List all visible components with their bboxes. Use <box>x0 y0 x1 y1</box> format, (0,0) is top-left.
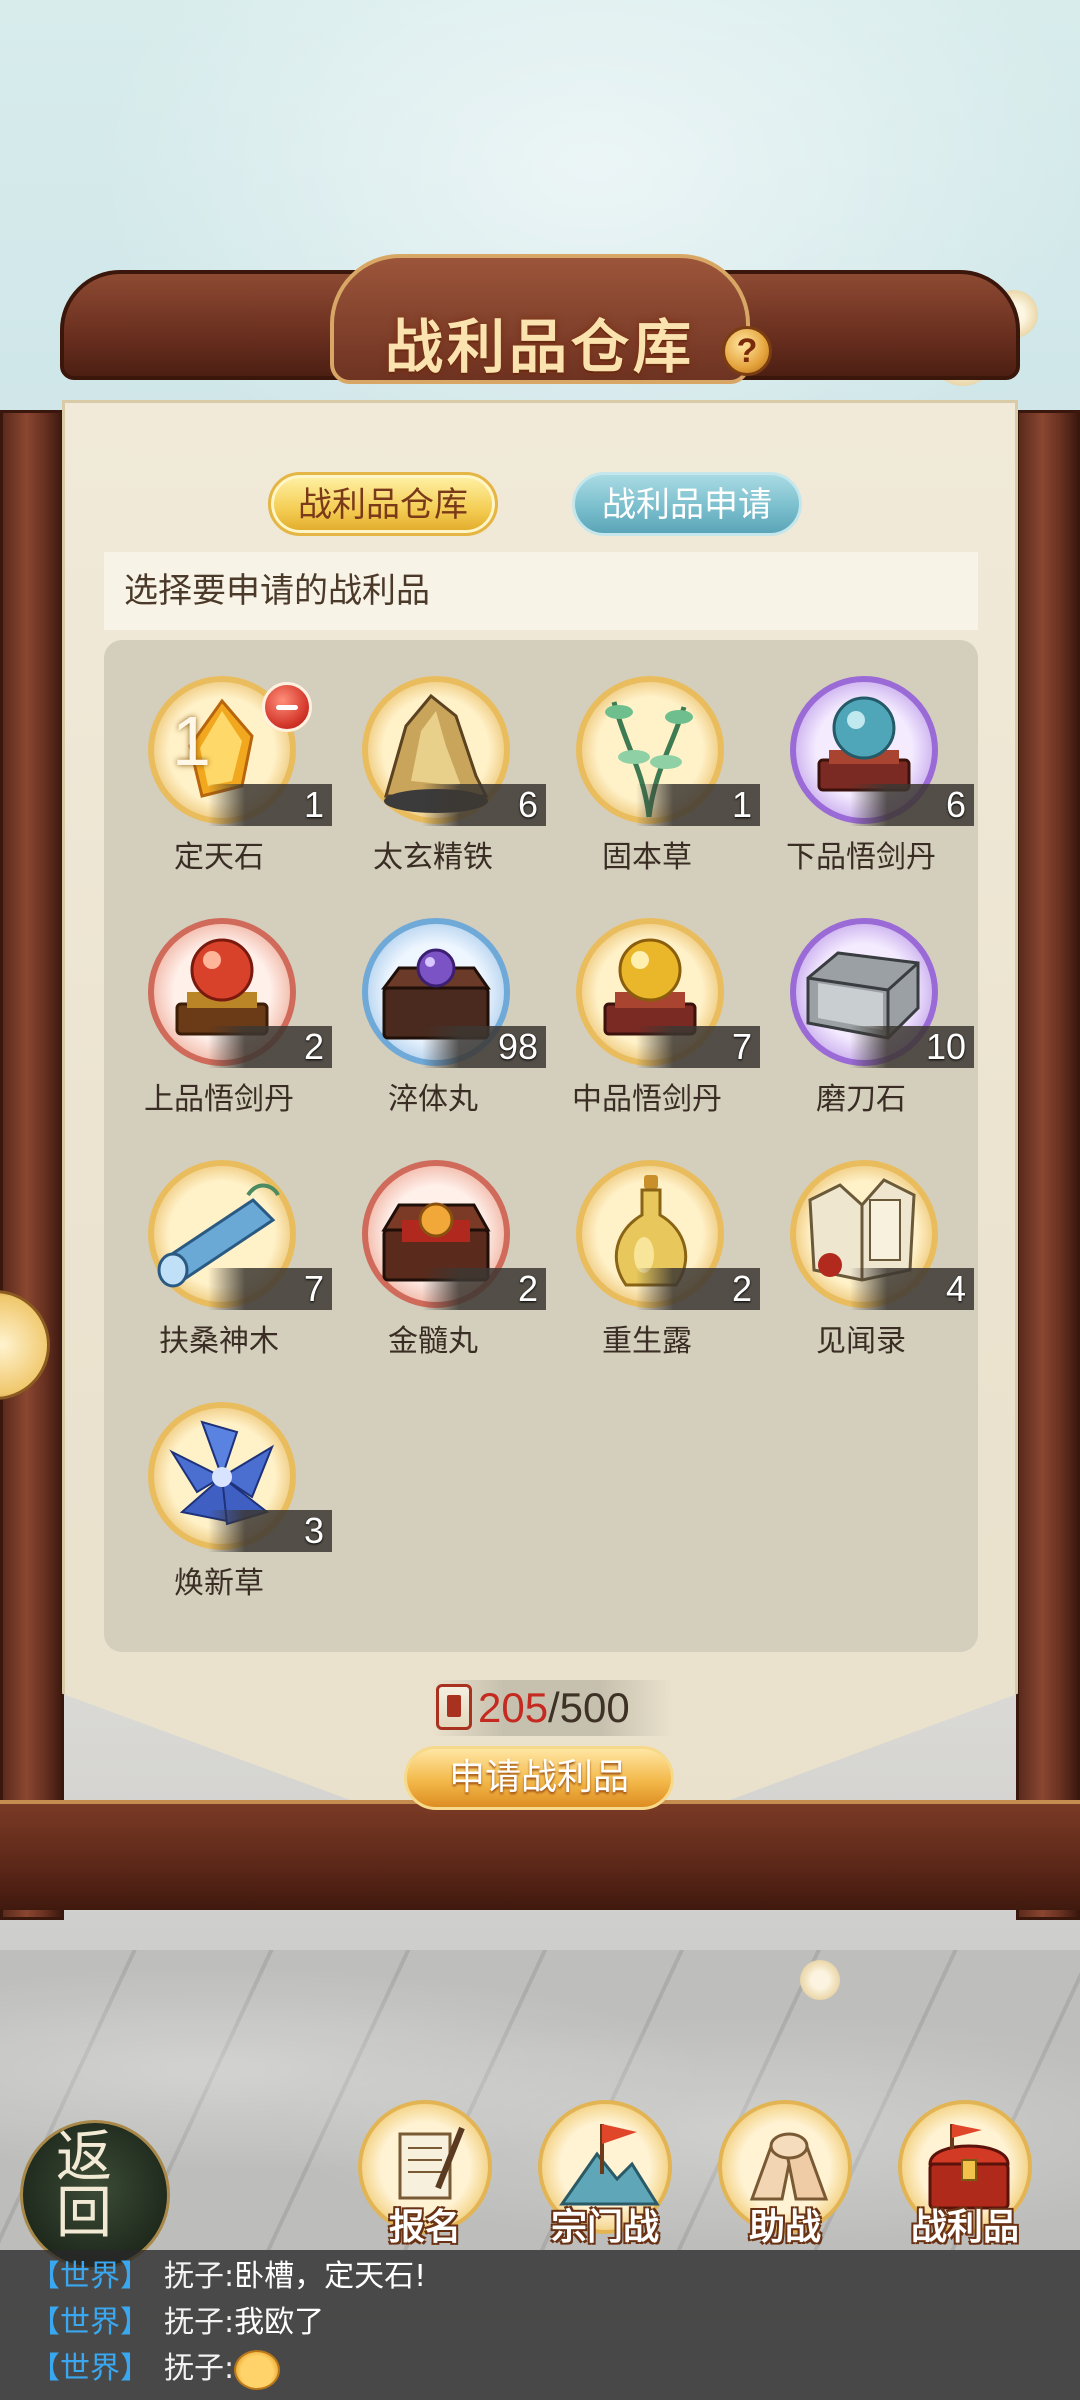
nav-sect-war[interactable]: 宗门战 <box>530 2100 680 2260</box>
item-name: 扶桑神木 <box>159 1324 279 1359</box>
quota-counter: 205 /500 <box>432 1680 672 1736</box>
count-bar: 6 <box>422 784 546 826</box>
tab-loot-application[interactable]: 战利品申请 <box>572 472 802 536</box>
selection-hint: 选择要申请的战利品 <box>104 552 978 630</box>
chat-text: 卧槽，定天石! <box>234 2259 427 2294</box>
nav-assist[interactable]: 助战 <box>710 2100 860 2260</box>
world-chat[interactable]: 【世界】 抚子:卧槽，定天石! 【世界】 抚子:我欧了 【世界】 抚子: <box>0 2250 1080 2400</box>
item-cell[interactable]: 7 中品悟剑丹 <box>540 898 760 1128</box>
item-cell[interactable]: 2 重生露 <box>540 1140 760 1370</box>
item-name: 太玄精铁 <box>373 840 493 875</box>
item-cell[interactable]: 6 下品悟剑丹 <box>754 656 974 886</box>
item-cell[interactable]: 98 淬体丸 <box>326 898 546 1128</box>
bear-face-icon <box>234 2349 281 2390</box>
item-cell[interactable]: 1 固本草 <box>540 656 760 886</box>
quota-total: /500 <box>548 1684 630 1731</box>
item-count: 7 <box>303 1268 324 1309</box>
nav-label: 报名 <box>388 2207 461 2248</box>
nav-loot[interactable]: 战利品 <box>890 2100 1040 2260</box>
chat-text: 我欧了 <box>234 2305 325 2340</box>
selected-quantity: 1 <box>172 702 211 780</box>
count-bar: 2 <box>636 1268 760 1310</box>
item-count: 7 <box>731 1026 752 1067</box>
item-count: 10 <box>925 1026 966 1067</box>
count-bar: 6 <box>850 784 974 826</box>
tab-loot-warehouse[interactable]: 战利品仓库 <box>268 472 498 536</box>
apply-loot-button[interactable]: 申请战利品 <box>404 1746 674 1810</box>
help-button[interactable]: ? <box>722 326 772 376</box>
item-count: 98 <box>497 1026 538 1067</box>
chat-channel: 【世界】 <box>30 2259 150 2294</box>
item-cell[interactable]: 4 见闻录 <box>754 1140 974 1370</box>
chat-message: 【世界】 抚子: <box>30 2346 281 2392</box>
item-cell[interactable]: 2 金髓丸 <box>326 1140 546 1370</box>
item-name: 下品悟剑丹 <box>786 840 936 875</box>
item-count: 6 <box>517 784 538 825</box>
item-name: 金髓丸 <box>388 1324 478 1359</box>
count-bar: 10 <box>850 1026 974 1068</box>
item-name: 中品悟剑丹 <box>572 1082 722 1117</box>
plum-blossom <box>800 1960 840 2000</box>
item-name: 定天石 <box>174 840 264 875</box>
item-name: 焕新草 <box>174 1566 264 1601</box>
bottom-beam <box>0 1800 1080 1910</box>
nav-label: 宗门战 <box>550 2207 659 2248</box>
count-bar: 7 <box>208 1268 332 1310</box>
nav-label: 战利品 <box>910 2207 1019 2248</box>
item-count: 3 <box>303 1510 324 1551</box>
item-cell[interactable]: 6 太玄精铁 <box>326 656 546 886</box>
item-count: 6 <box>945 784 966 825</box>
left-pillar <box>0 410 64 1920</box>
token-icon <box>436 1684 472 1730</box>
count-bar: 1 <box>208 784 332 826</box>
decrease-button[interactable] <box>262 682 312 732</box>
back-label: 返 回 <box>34 2130 134 2242</box>
item-name: 磨刀石 <box>816 1082 906 1117</box>
nav-label: 助战 <box>748 2207 821 2248</box>
count-bar: 98 <box>422 1026 546 1068</box>
item-count: 2 <box>731 1268 752 1309</box>
count-bar: 1 <box>636 784 760 826</box>
chat-channel: 【世界】 <box>30 2305 150 2340</box>
item-name: 见闻录 <box>816 1324 906 1359</box>
item-count: 2 <box>517 1268 538 1309</box>
item-name: 固本草 <box>602 840 692 875</box>
item-count: 2 <box>303 1026 324 1067</box>
back-label-line2: 回 <box>56 2181 112 2246</box>
count-bar: 4 <box>850 1268 974 1310</box>
item-cell[interactable]: 7 扶桑神木 <box>112 1140 332 1370</box>
item-name: 上品悟剑丹 <box>144 1082 294 1117</box>
chat-channel: 【世界】 <box>30 2351 150 2386</box>
count-bar: 3 <box>208 1510 332 1552</box>
right-pillar <box>1016 410 1080 1920</box>
item-cell[interactable]: 10 磨刀石 <box>754 898 974 1128</box>
chat-user: 抚子: <box>164 2259 235 2294</box>
nav-signup[interactable]: 报名 <box>350 2100 500 2260</box>
chat-user: 抚子: <box>164 2351 235 2386</box>
item-count: 1 <box>731 784 752 825</box>
item-grid: 1 1 定天石 6 太玄精铁 1 固本草 6 下品悟剑丹 2 上品悟剑丹 98 … <box>104 640 978 1652</box>
count-bar: 2 <box>422 1268 546 1310</box>
item-cell[interactable]: 1 1 定天石 <box>112 656 332 886</box>
count-bar: 7 <box>636 1026 760 1068</box>
chat-message: 【世界】 抚子:我欧了 <box>30 2300 324 2346</box>
item-name: 重生露 <box>602 1324 692 1359</box>
chat-user: 抚子: <box>164 2305 235 2340</box>
chat-message: 【世界】 抚子:卧槽，定天石! <box>30 2254 426 2300</box>
quota-used: 205 <box>478 1684 549 1731</box>
count-bar: 2 <box>208 1026 332 1068</box>
title-area: 战利品仓库 <box>0 300 1080 384</box>
back-label-line1: 返 <box>56 2125 112 2190</box>
item-count: 1 <box>303 784 324 825</box>
item-name: 淬体丸 <box>388 1082 478 1117</box>
item-count: 4 <box>945 1268 966 1309</box>
item-cell[interactable]: 2 上品悟剑丹 <box>112 898 332 1128</box>
page-title: 战利品仓库 <box>384 313 695 381</box>
item-cell[interactable]: 3 焕新草 <box>112 1382 332 1612</box>
